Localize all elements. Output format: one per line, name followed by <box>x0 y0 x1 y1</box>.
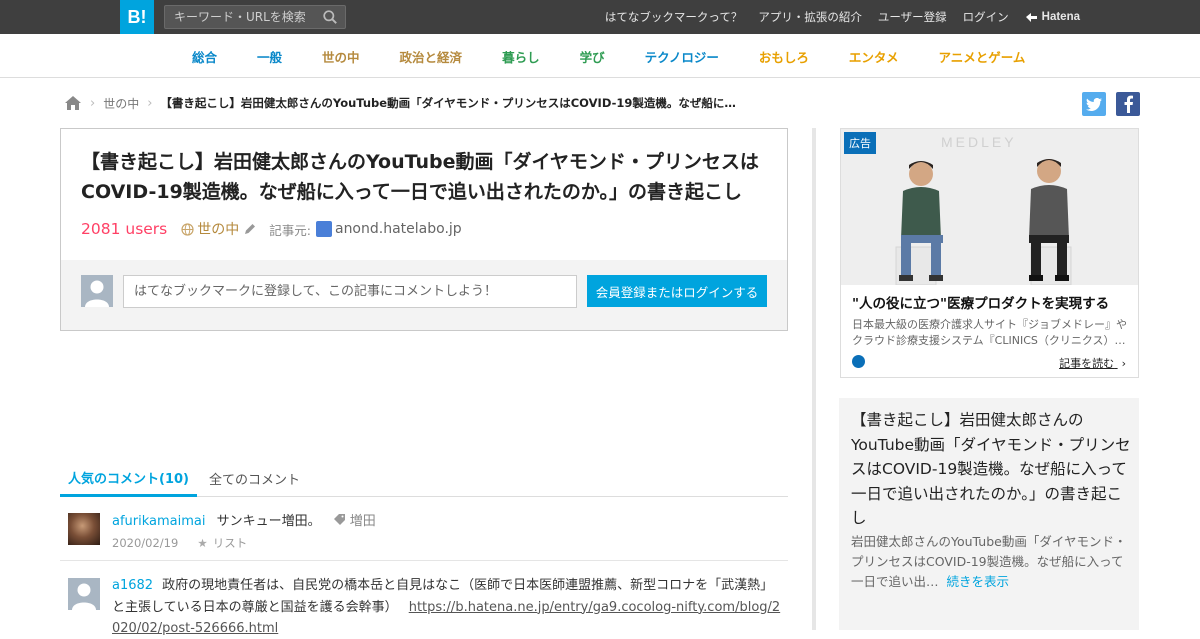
comment-list-link[interactable]: リスト <box>213 536 248 550</box>
users-count[interactable]: 2081 users <box>81 220 167 238</box>
comment-body: a1682 政府の現地責任者は、自民党の橋本岳と自見はなこ（医師で日本医師連盟推… <box>112 574 784 639</box>
category-tab[interactable]: おもしろ <box>759 47 809 66</box>
comment-body: afurikamaimai サンキュー増田。 増田 <box>112 510 376 529</box>
category-tab[interactable]: 暮らし <box>502 47 540 66</box>
comment-date[interactable]: 2020/02/19 <box>112 536 178 550</box>
category-nav: 総合 一般 世の中 政治と経済 暮らし 学び テクノロジー おもしろ エンタメ アニメとゲーム <box>192 34 1065 78</box>
ad-read-more-label: 記事を読む <box>1059 357 1115 370</box>
advertiser-icon <box>852 355 865 368</box>
ad-card[interactable]: MEDLEY 広告 "人の役に立つ"医療プロダクトを実現する 日本最大級の医療介… <box>840 128 1139 378</box>
comment-tag[interactable]: 増田 <box>350 514 376 529</box>
category-tab[interactable]: 総合 <box>192 47 217 66</box>
tab-popular-comments[interactable]: 人気のコメント(10) <box>60 460 197 497</box>
hatena-bookmark-logo[interactable]: B! <box>120 0 154 34</box>
comment-area: 会員登録またはログインする <box>61 260 787 330</box>
comment-tabs: 人気のコメント(10) 全てのコメント <box>60 460 788 497</box>
avatar-placeholder[interactable] <box>68 578 100 610</box>
source-link[interactable]: anond.hatelabo.jp <box>335 221 462 237</box>
nav-login[interactable]: ログイン <box>963 9 1009 25</box>
entry-card: 【書き起こし】岩田健太郎さんのYouTube動画「ダイヤモンド・プリンセスはCO… <box>60 128 788 331</box>
hatena-brand-label: Hatena <box>1041 11 1080 23</box>
pencil-icon[interactable] <box>243 222 257 236</box>
comment-input[interactable] <box>123 275 577 308</box>
chevron-right-icon: › <box>90 95 96 111</box>
comment-item: a1682 政府の現地責任者は、自民党の橋本岳と自見はなこ（医師で日本医師連盟推… <box>60 562 788 636</box>
comment-meta: 2020/02/19 ★ リスト <box>112 532 247 551</box>
chevron-right-icon: › <box>147 95 153 111</box>
search-icon[interactable] <box>323 10 337 24</box>
breadcrumb-category[interactable]: 世の中 <box>103 95 139 112</box>
entry-title[interactable]: 【書き起こし】岩田健太郎さんのYouTube動画「ダイヤモンド・プリンセスはCO… <box>81 147 771 207</box>
summary-more-link[interactable]: 続きを表示 <box>947 574 1010 589</box>
twitter-share-button[interactable] <box>1082 92 1106 116</box>
avatar[interactable] <box>68 513 100 545</box>
category-tab[interactable]: 学び <box>580 47 605 66</box>
entry-category[interactable]: 世の中 <box>197 219 239 239</box>
comment-user[interactable]: a1682 <box>112 578 153 593</box>
comment-text: サンキュー増田。 <box>216 514 321 529</box>
user-icon <box>85 280 109 307</box>
ad-photo-people: MEDLEY <box>841 129 1138 286</box>
twitter-icon <box>1086 97 1102 111</box>
ad-logo-watermark: MEDLEY <box>941 134 1017 150</box>
nav-apps[interactable]: アプリ・拡張の紹介 <box>758 9 862 25</box>
breadcrumb-current: 【書き起こし】岩田健太郎さんのYouTube動画「ダイヤモンド・プリンセスはCO… <box>160 96 736 110</box>
comment-item: afurikamaimai サンキュー増田。 増田 2020/02/19 ★ リ… <box>60 497 788 561</box>
hatena-brand[interactable]: Hatena <box>1025 11 1080 23</box>
avatar-placeholder <box>81 275 113 307</box>
source-label: 記事元: <box>269 222 311 238</box>
ad-title[interactable]: "人の役に立つ"医療プロダクトを実現する <box>852 292 1109 312</box>
category-tab[interactable]: 世の中 <box>322 47 360 66</box>
top-bar: B! はてなブックマークって？ アプリ・拡張の紹介 ユーザー登録 ログイン Ha… <box>0 0 1200 34</box>
comment-user[interactable]: afurikamaimai <box>112 514 206 529</box>
summary-text: 岩田健太郎さんのYouTube動画「ダイヤモンド・プリンセスはCOVID-19製… <box>851 532 1133 592</box>
top-nav: はてなブックマークって？ アプリ・拡張の紹介 ユーザー登録 ログイン Haten… <box>605 0 1080 34</box>
category-tab[interactable]: 政治と経済 <box>400 47 463 66</box>
home-icon[interactable] <box>64 95 82 111</box>
ad-description[interactable]: 日本最大級の医療介護求人サイト『ジョブメドレー』やクラウド診療支援システム『CL… <box>852 317 1137 349</box>
globe-icon <box>181 222 194 236</box>
column-divider <box>812 128 816 630</box>
summary-title[interactable]: 【書き起こし】岩田健太郎さんのYouTube動画「ダイヤモンド・プリンセスはCO… <box>851 408 1131 531</box>
search-box[interactable] <box>164 5 346 29</box>
tag-icon <box>333 514 345 525</box>
category-tab[interactable]: アニメとゲーム <box>939 47 1026 66</box>
ad-read-more-link[interactable]: 記事を読む › <box>1059 355 1126 371</box>
facebook-icon <box>1124 95 1133 113</box>
login-register-button[interactable]: 会員登録またはログインする <box>587 275 767 307</box>
user-icon <box>72 583 96 610</box>
ad-badge: 広告 <box>844 132 876 154</box>
nav-about[interactable]: はてなブックマークって？ <box>605 9 742 25</box>
breadcrumb: › 世の中 › 【書き起こし】岩田健太郎さんのYouTube動画「ダイヤモンド・… <box>64 93 736 113</box>
nav-register[interactable]: ユーザー登録 <box>878 9 947 25</box>
category-tab[interactable]: 一般 <box>257 47 282 66</box>
hatena-brand-icon <box>1025 12 1037 22</box>
tab-all-comments[interactable]: 全てのコメント <box>197 460 312 497</box>
entry-summary: 【書き起こし】岩田健太郎さんのYouTube動画「ダイヤモンド・プリンセスはCO… <box>839 398 1139 630</box>
ad-image[interactable]: MEDLEY 広告 <box>841 129 1138 286</box>
category-tab[interactable]: テクノロジー <box>645 47 719 66</box>
chevron-right-icon: › <box>1121 357 1126 370</box>
entry-meta: 2081 users 世の中 記事元: anond.hatelabo.jp <box>81 219 462 239</box>
search-input[interactable] <box>165 6 315 28</box>
facebook-share-button[interactable] <box>1116 92 1140 116</box>
star-icon[interactable]: ★ <box>197 536 207 550</box>
favicon-icon <box>315 221 332 237</box>
category-bar: 総合 一般 世の中 政治と経済 暮らし 学び テクノロジー おもしろ エンタメ アニメとゲーム <box>0 34 1200 78</box>
category-tab[interactable]: エンタメ <box>849 47 899 66</box>
